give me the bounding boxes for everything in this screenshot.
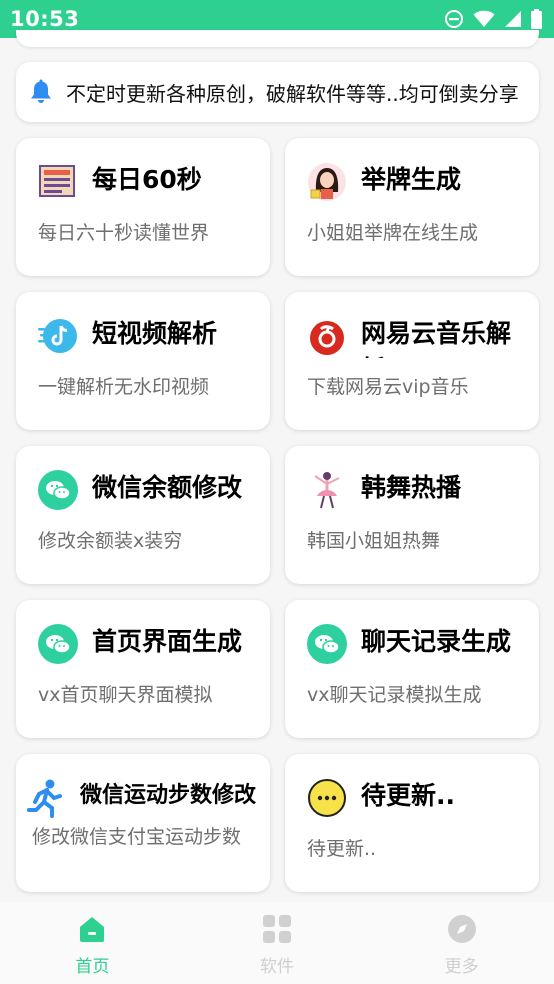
compass-icon bbox=[447, 914, 477, 948]
do-not-disturb-icon bbox=[444, 9, 464, 29]
tab-home[interactable]: 首页 bbox=[0, 902, 185, 984]
card-title: 微信运动步数修改 bbox=[80, 783, 257, 808]
status-time: 10:53 bbox=[10, 7, 80, 31]
card-title: 每日60秒 bbox=[92, 165, 202, 194]
card-desc: 修改余额装x装穷 bbox=[38, 530, 183, 552]
wechat-icon bbox=[307, 624, 347, 664]
card-home-ui-generator[interactable]: 首页界面生成 vx首页聊天界面模拟 bbox=[16, 600, 270, 738]
tab-software[interactable]: 软件 bbox=[185, 902, 370, 984]
card-title: 首页界面生成 bbox=[92, 627, 243, 656]
wechat-icon bbox=[38, 624, 78, 664]
card-coming-soon[interactable]: 待更新.. 待更新.. bbox=[285, 754, 539, 892]
card-title: 韩舞热播 bbox=[361, 473, 462, 502]
dancer-icon bbox=[307, 470, 347, 510]
card-title: 举牌生成 bbox=[361, 165, 462, 194]
card-sign-generator[interactable]: 举牌生成 小姐姐举牌在线生成 bbox=[285, 138, 539, 276]
card-title: 待更新.. bbox=[361, 781, 455, 810]
notice-banner[interactable]: 不定时更新各种原创，破解软件等等..均可倒卖分享 bbox=[16, 62, 539, 122]
battery-icon bbox=[531, 9, 542, 29]
wifi-icon bbox=[473, 10, 495, 28]
card-desc: vx首页聊天界面模拟 bbox=[38, 684, 213, 706]
tab-label: 更多 bbox=[444, 957, 479, 977]
card-netease-music[interactable]: 网易云音乐解析 下载网易云vip音乐 bbox=[285, 292, 539, 430]
card-title: 短视频解析 bbox=[92, 319, 218, 348]
wechat-icon bbox=[38, 470, 78, 510]
card-title: 网易云音乐解析 bbox=[361, 319, 512, 358]
notice-text: 不定时更新各种原创，破解软件等等..均可倒卖分享 bbox=[66, 81, 519, 106]
card-desc: 小姐姐举牌在线生成 bbox=[307, 222, 479, 244]
card-title: 微信余额修改 bbox=[92, 473, 243, 502]
card-title: 聊天记录生成 bbox=[361, 627, 512, 656]
card-daily-60s[interactable]: 每日60秒 每日六十秒读懂世界 bbox=[16, 138, 270, 276]
bottom-tab-bar: 首页 软件 更多 bbox=[0, 902, 554, 984]
card-desc: 待更新.. bbox=[307, 838, 377, 860]
girl-avatar-icon bbox=[307, 162, 347, 202]
tab-more[interactable]: 更多 bbox=[369, 902, 554, 984]
card-korean-dance[interactable]: 韩舞热播 韩国小姐姐热舞 bbox=[285, 446, 539, 584]
card-desc: 修改微信支付宝运动步数 bbox=[32, 826, 242, 848]
feature-grid: 每日60秒 每日六十秒读懂世界 举牌生成 小姐姐举牌在线生成 短视频解析 一键解… bbox=[16, 138, 539, 892]
newspaper-icon bbox=[38, 162, 78, 202]
runner-icon bbox=[26, 778, 66, 818]
card-chat-record-generator[interactable]: 聊天记录生成 vx聊天记录模拟生成 bbox=[285, 600, 539, 738]
bell-icon bbox=[28, 79, 54, 105]
home-icon bbox=[77, 914, 107, 948]
card-desc: 一键解析无水印视频 bbox=[38, 376, 210, 398]
card-desc: 下载网易云vip音乐 bbox=[307, 376, 469, 398]
signal-icon bbox=[504, 10, 522, 28]
tiktok-icon bbox=[38, 316, 78, 356]
grid-icon bbox=[262, 914, 292, 948]
top-card-partial bbox=[16, 30, 539, 47]
card-wechat-balance[interactable]: 微信余额修改 修改余额装x装穷 bbox=[16, 446, 270, 584]
card-desc: 每日六十秒读懂世界 bbox=[38, 222, 210, 244]
card-desc: vx聊天记录模拟生成 bbox=[307, 684, 482, 706]
card-desc: 韩国小姐姐热舞 bbox=[307, 530, 441, 552]
card-video-parse[interactable]: 短视频解析 一键解析无水印视频 bbox=[16, 292, 270, 430]
tab-label: 首页 bbox=[75, 957, 110, 977]
tab-label: 软件 bbox=[260, 957, 294, 977]
netease-music-icon bbox=[307, 316, 347, 356]
status-icons bbox=[444, 9, 542, 29]
smiley-icon bbox=[307, 778, 347, 818]
card-wechat-steps[interactable]: 微信运动步数修改 修改微信支付宝运动步数 bbox=[16, 754, 270, 892]
